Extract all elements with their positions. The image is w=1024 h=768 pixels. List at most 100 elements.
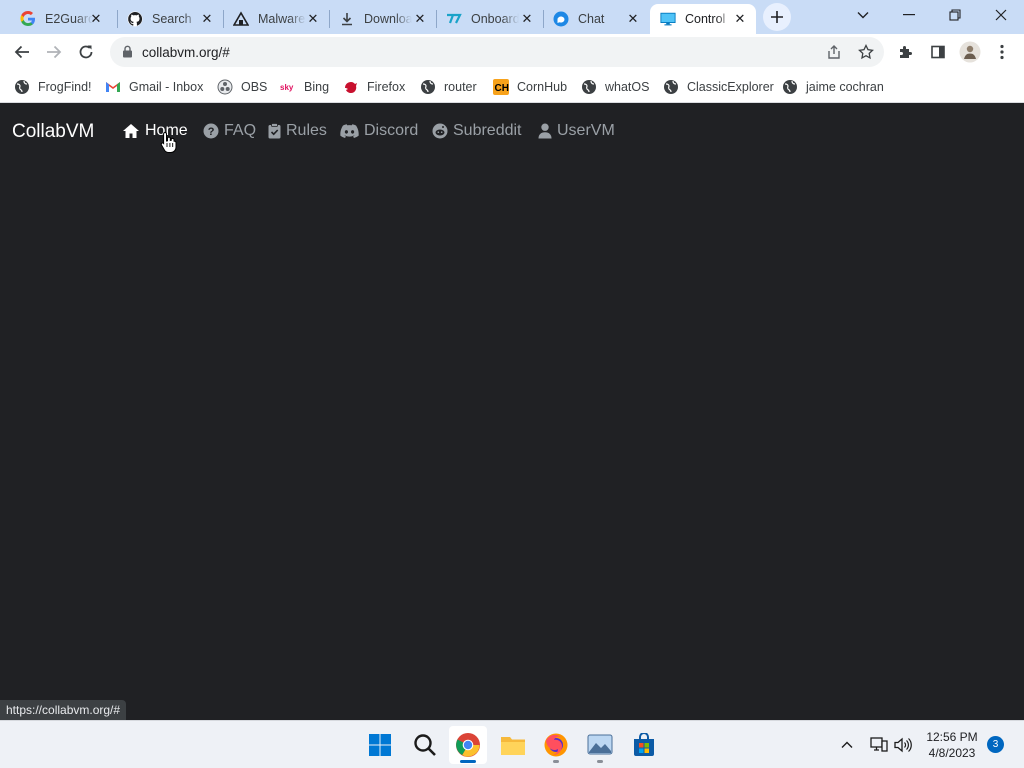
close-tab-icon[interactable]: ✕ — [625, 11, 641, 27]
address-url: collabvm.org/# — [142, 45, 230, 60]
restore-button[interactable] — [938, 4, 972, 26]
folder-icon — [501, 737, 525, 755]
side-panel-button[interactable] — [924, 38, 952, 66]
store-icon — [634, 733, 654, 756]
reload-button[interactable] — [72, 38, 100, 66]
tab-e2guardian[interactable]: E2Guardian ✕ — [10, 4, 112, 34]
nav-label: UserVM — [557, 122, 615, 139]
close-tab-icon[interactable]: ✕ — [412, 11, 428, 27]
chrome-icon — [456, 733, 480, 757]
tab-search-button[interactable] — [846, 4, 880, 26]
sky-icon: sky — [280, 79, 296, 95]
bookmark-jaime-cochran[interactable]: jaime cochran — [782, 76, 884, 98]
running-app-indicator — [553, 760, 559, 763]
menu-button[interactable] — [988, 38, 1016, 66]
nav-rules[interactable]: Rules — [268, 122, 327, 140]
bookmark-star-icon[interactable] — [857, 43, 875, 61]
close-tab-icon[interactable]: ✕ — [305, 11, 321, 27]
browser-toolbar: collabvm.org/# — [0, 34, 1024, 70]
svg-text:sky: sky — [280, 83, 294, 92]
notification-badge[interactable]: 3 — [987, 736, 1004, 753]
question-icon: ? — [203, 123, 219, 139]
nav-label: Subreddit — [453, 122, 522, 139]
bookmark-label: ClassicExplorer — [687, 80, 774, 94]
search-button[interactable] — [406, 726, 444, 764]
close-tab-icon[interactable]: ✕ — [199, 11, 215, 27]
avatar-icon — [959, 41, 981, 63]
show-hidden-icons-button[interactable] — [837, 735, 857, 755]
close-tab-icon[interactable]: ✕ — [732, 11, 748, 27]
close-window-button[interactable] — [984, 4, 1018, 26]
bookmark-classicexplorer[interactable]: ClassicExplorer — [663, 76, 774, 98]
windows-logo-icon — [369, 734, 391, 756]
back-arrow-icon — [14, 45, 29, 59]
bookmark-whatos[interactable]: whatOS — [581, 76, 649, 98]
kebab-menu-icon — [1000, 44, 1004, 60]
tab-control[interactable]: Control ✕ — [650, 4, 756, 34]
bookmark-frogfind[interactable]: FrogFind! — [14, 76, 92, 98]
site-brand[interactable]: CollabVM — [12, 121, 94, 143]
chevron-down-icon — [857, 12, 869, 19]
nav-faq[interactable]: ? FAQ — [203, 122, 256, 140]
tab-title: Control — [685, 12, 726, 26]
speaker-icon — [894, 737, 912, 753]
reload-icon — [79, 45, 93, 59]
tab-strip: E2Guardian ✕ Search ✕ Malware ✕ Download… — [0, 0, 1024, 34]
ch-icon: CH — [493, 79, 509, 95]
tab-onboarding[interactable]: Onboarding ✕ — [436, 4, 543, 34]
windows-taskbar: 12:56 PM 4/8/2023 3 — [0, 720, 1024, 768]
taskbar-firefox[interactable] — [537, 726, 575, 764]
svg-text:?: ? — [208, 126, 215, 138]
restore-icon — [949, 9, 961, 21]
profile-button[interactable] — [956, 38, 984, 66]
bookmark-gmail[interactable]: Gmail - Inbox — [105, 76, 203, 98]
bookmark-label: jaime cochran — [806, 80, 884, 94]
bookmark-label: Firefox — [367, 80, 406, 94]
system-clock[interactable]: 12:56 PM 4/8/2023 — [920, 729, 984, 761]
address-bar[interactable]: collabvm.org/# — [110, 37, 884, 67]
close-tab-icon[interactable]: ✕ — [88, 11, 104, 27]
bookmark-firefox[interactable]: Firefox — [343, 76, 405, 98]
bookmark-bing[interactable]: sky Bing — [280, 76, 329, 98]
nav-discord[interactable]: Discord — [340, 122, 418, 140]
bookmark-cornhub[interactable]: CH CornHub — [493, 76, 567, 98]
forward-button[interactable] — [40, 38, 68, 66]
network-icon — [870, 737, 888, 752]
taskbar-chrome[interactable] — [449, 726, 487, 764]
tab-chat[interactable]: Chat ✕ — [543, 4, 649, 34]
taskbar-store[interactable] — [625, 726, 663, 764]
taskbar-file-explorer[interactable] — [494, 726, 532, 764]
taskbar-photos[interactable] — [581, 726, 619, 764]
bookmark-router[interactable]: router — [420, 76, 477, 98]
tab-downloads[interactable]: Downloads ✕ — [329, 4, 436, 34]
reddit-icon — [432, 123, 448, 139]
tab-title: Downloads — [364, 12, 412, 26]
tab-malware[interactable]: Malware ✕ — [223, 4, 329, 34]
new-tab-button[interactable] — [763, 3, 791, 31]
bookmarks-bar: FrogFind! Gmail - Inbox OBS sky Bing Fir… — [0, 70, 1024, 103]
start-button[interactable] — [361, 726, 399, 764]
gmail-icon — [105, 79, 121, 95]
nav-uservm[interactable]: UserVM — [538, 122, 615, 140]
volume-button[interactable] — [893, 735, 913, 755]
monitor-icon — [660, 11, 676, 27]
bookmark-obs[interactable]: OBS — [217, 76, 267, 98]
tab-title: E2Guardian — [45, 12, 93, 26]
chevron-up-icon — [841, 741, 853, 748]
tab-search[interactable]: Search ✕ — [117, 4, 223, 34]
extensions-button[interactable] — [892, 38, 920, 66]
google-icon — [20, 11, 36, 27]
minimize-button[interactable] — [892, 4, 926, 26]
nav-subreddit[interactable]: Subreddit — [432, 122, 522, 140]
back-button[interactable] — [8, 38, 36, 66]
chat-icon — [553, 11, 569, 27]
tab-title: Search — [152, 12, 192, 26]
nav-label: Discord — [364, 122, 419, 139]
close-tab-icon[interactable]: ✕ — [519, 11, 535, 27]
firefox-icon — [544, 733, 568, 757]
tab-title: Onboarding — [471, 12, 519, 26]
share-icon[interactable] — [825, 43, 843, 61]
download-icon — [339, 11, 355, 27]
bookmark-label: FrogFind! — [38, 80, 92, 94]
network-button[interactable] — [869, 735, 889, 755]
